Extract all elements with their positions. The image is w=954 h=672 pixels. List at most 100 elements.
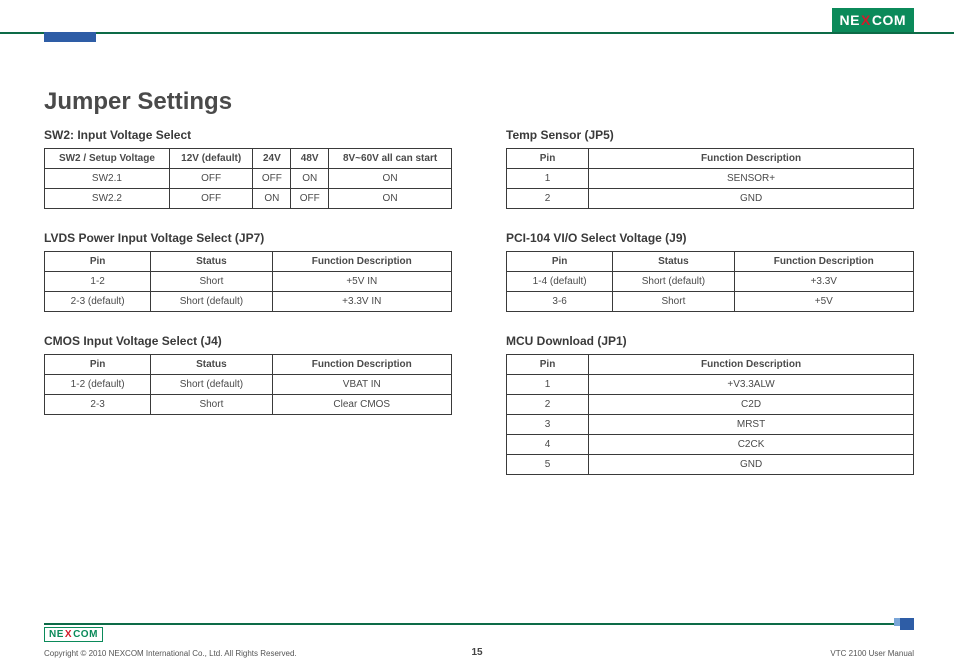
- footer-rule: [44, 623, 914, 625]
- td: Short: [151, 272, 272, 292]
- th: Status: [151, 355, 272, 375]
- th: Function Description: [589, 355, 914, 375]
- td: OFF: [169, 189, 253, 209]
- section-jp5: Temp Sensor (JP5) Pin Function Descripti…: [506, 128, 914, 209]
- page-title: Jumper Settings: [44, 88, 232, 116]
- j4-table: Pin Status Function Description 1-2 (def…: [44, 354, 452, 415]
- td: 1-2: [45, 272, 151, 292]
- td: 4: [507, 435, 589, 455]
- th: Pin: [507, 149, 589, 169]
- td: ON: [329, 189, 452, 209]
- brand-logo-small: NEXCOM: [44, 627, 103, 642]
- th: Pin: [45, 355, 151, 375]
- th: Function Description: [589, 149, 914, 169]
- table-row: SW2.2 OFF ON OFF ON: [45, 189, 452, 209]
- brand-pre: NE: [840, 12, 860, 28]
- td: OFF: [253, 169, 291, 189]
- brand-logo: NEXCOM: [832, 8, 914, 32]
- sw2-table: SW2 / Setup Voltage 12V (default) 24V 48…: [44, 148, 452, 209]
- table-row: 1-2 Short +5V IN: [45, 272, 452, 292]
- table-row: 2-3 Short Clear CMOS: [45, 395, 452, 415]
- section-heading: SW2: Input Voltage Select: [44, 128, 452, 142]
- table-row: 1-2 (default) Short (default) VBAT IN: [45, 375, 452, 395]
- td: VBAT IN: [272, 375, 451, 395]
- td: 3: [507, 415, 589, 435]
- th: Pin: [507, 252, 613, 272]
- th: 12V (default): [169, 149, 253, 169]
- section-heading: PCI-104 VI/O Select Voltage (J9): [506, 231, 914, 245]
- td: 1-2 (default): [45, 375, 151, 395]
- th: Pin: [45, 252, 151, 272]
- table-row: 2-3 (default) Short (default) +3.3V IN: [45, 292, 452, 312]
- td: 2-3: [45, 395, 151, 415]
- td: C2CK: [589, 435, 914, 455]
- td: 1: [507, 375, 589, 395]
- table-row: 1 +V3.3ALW: [507, 375, 914, 395]
- table-row: SW2.1 OFF OFF ON ON: [45, 169, 452, 189]
- td: GND: [589, 455, 914, 475]
- th: Function Description: [272, 355, 451, 375]
- td: Short (default): [613, 272, 734, 292]
- td: ON: [291, 169, 329, 189]
- td: OFF: [169, 169, 253, 189]
- brand-x: X: [64, 629, 73, 640]
- table-row: 3 MRST: [507, 415, 914, 435]
- table-row: 4 C2CK: [507, 435, 914, 455]
- td: Short: [151, 395, 272, 415]
- section-heading: MCU Download (JP1): [506, 334, 914, 348]
- th: 24V: [253, 149, 291, 169]
- table-row: 1-4 (default) Short (default) +3.3V: [507, 272, 914, 292]
- section-heading: Temp Sensor (JP5): [506, 128, 914, 142]
- td: 1: [507, 169, 589, 189]
- jp5-table: Pin Function Description 1 SENSOR+ 2 GND: [506, 148, 914, 209]
- td: +3.3V: [734, 272, 913, 292]
- td: Short (default): [151, 292, 272, 312]
- section-heading: LVDS Power Input Voltage Select (JP7): [44, 231, 452, 245]
- td: MRST: [589, 415, 914, 435]
- logo-top: NEXCOM: [832, 8, 914, 32]
- td: +5V: [734, 292, 913, 312]
- th: 48V: [291, 149, 329, 169]
- brand-x: X: [860, 12, 872, 28]
- brand-pre: NE: [49, 629, 64, 640]
- td: 1-4 (default): [507, 272, 613, 292]
- table-row: 1 SENSOR+: [507, 169, 914, 189]
- td: +3.3V IN: [272, 292, 451, 312]
- th: Status: [151, 252, 272, 272]
- td: 2: [507, 395, 589, 415]
- logo-bottom: NEXCOM: [44, 624, 103, 642]
- th: Status: [613, 252, 734, 272]
- footer-accent-icon: [900, 618, 914, 630]
- td: GND: [589, 189, 914, 209]
- td: ON: [329, 169, 452, 189]
- td: Clear CMOS: [272, 395, 451, 415]
- top-accent-bar: [44, 32, 96, 42]
- td: ON: [253, 189, 291, 209]
- table-row: 3-6 Short +5V: [507, 292, 914, 312]
- section-j4: CMOS Input Voltage Select (J4) Pin Statu…: [44, 334, 452, 415]
- table-row: 5 GND: [507, 455, 914, 475]
- right-column: Temp Sensor (JP5) Pin Function Descripti…: [506, 128, 914, 475]
- th: 8V~60V all can start: [329, 149, 452, 169]
- brand-post: COM: [73, 629, 98, 640]
- jp7-table: Pin Status Function Description 1-2 Shor…: [44, 251, 452, 312]
- th: SW2 / Setup Voltage: [45, 149, 170, 169]
- td: 3-6: [507, 292, 613, 312]
- td: +5V IN: [272, 272, 451, 292]
- td: SW2.2: [45, 189, 170, 209]
- td: SENSOR+: [589, 169, 914, 189]
- th: Function Description: [272, 252, 451, 272]
- td: 2: [507, 189, 589, 209]
- top-rule: [0, 32, 954, 34]
- td: Short: [613, 292, 734, 312]
- page-number: 15: [0, 647, 954, 658]
- td: +V3.3ALW: [589, 375, 914, 395]
- section-j9: PCI-104 VI/O Select Voltage (J9) Pin Sta…: [506, 231, 914, 312]
- section-heading: CMOS Input Voltage Select (J4): [44, 334, 452, 348]
- jp1-table: Pin Function Description 1 +V3.3ALW 2 C2…: [506, 354, 914, 475]
- td: OFF: [291, 189, 329, 209]
- section-jp1: MCU Download (JP1) Pin Function Descript…: [506, 334, 914, 475]
- td: 2-3 (default): [45, 292, 151, 312]
- td: SW2.1: [45, 169, 170, 189]
- j9-table: Pin Status Function Description 1-4 (def…: [506, 251, 914, 312]
